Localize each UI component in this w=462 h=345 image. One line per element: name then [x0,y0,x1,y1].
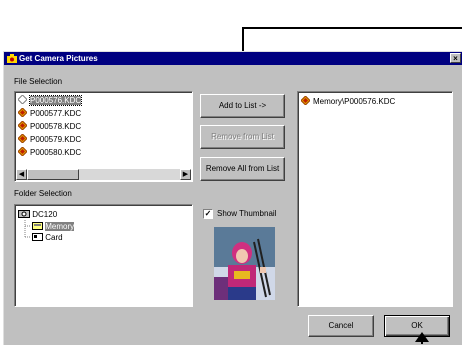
cancel-button[interactable]: Cancel [308,315,374,337]
tree-item-card[interactable]: Card [32,232,63,243]
list-item[interactable]: P000579.KDC [18,134,81,145]
get-camera-pictures-dialog: Get Camera Pictures × File Selection P00… [3,51,462,345]
file-list[interactable]: P000576.KDC P000577.KDC P000578.KDC P000… [14,91,193,182]
selected-pictures-list[interactable]: Memory\P000576.KDC [297,91,453,307]
dialog-title: Get Camera Pictures [19,54,98,63]
list-item[interactable]: Memory\P000576.KDC [301,96,395,107]
camera-icon [18,210,30,218]
list-item[interactable]: P000577.KDC [18,108,81,119]
list-item[interactable]: P000578.KDC [18,121,81,132]
scroll-right-button[interactable]: ▶ [180,169,191,180]
kdc-file-icon [18,147,27,156]
thumbnail-image [214,227,275,300]
scroll-thumb[interactable] [27,169,79,180]
kdc-file-icon [18,95,27,104]
remove-from-list-button[interactable]: Remove from List [200,125,285,149]
folder-tree[interactable]: DC120 Memory Card [14,204,193,307]
remove-all-from-list-button[interactable]: Remove All from List [200,157,285,181]
folder-selection-label: Folder Selection [14,189,72,198]
tree-item-dc120[interactable]: DC120 [18,209,57,220]
show-thumbnail-checkbox[interactable]: ✓ [203,209,213,219]
title-bar: Get Camera Pictures × [4,52,462,65]
close-button[interactable]: × [450,53,461,63]
kdc-file-icon [18,108,27,117]
show-thumbnail-label: Show Thumbnail [217,209,277,218]
camera-icon [7,54,17,63]
tree-item-memory[interactable]: Memory [32,221,75,232]
file-selection-label: File Selection [14,77,63,86]
add-to-list-button[interactable]: Add to List -> [200,94,285,118]
scroll-left-button[interactable]: ◀ [16,169,27,180]
card-icon [32,233,43,241]
list-item[interactable]: P000576.KDC [18,95,83,106]
callout-arrow-bottom [415,332,429,344]
kdc-file-icon [18,121,27,130]
list-item[interactable]: P000580.KDC [18,147,81,158]
kdc-file-icon [301,96,310,105]
kdc-file-icon [18,134,27,143]
memory-folder-icon [32,222,43,230]
horizontal-scrollbar[interactable]: ◀ ▶ [16,169,191,180]
